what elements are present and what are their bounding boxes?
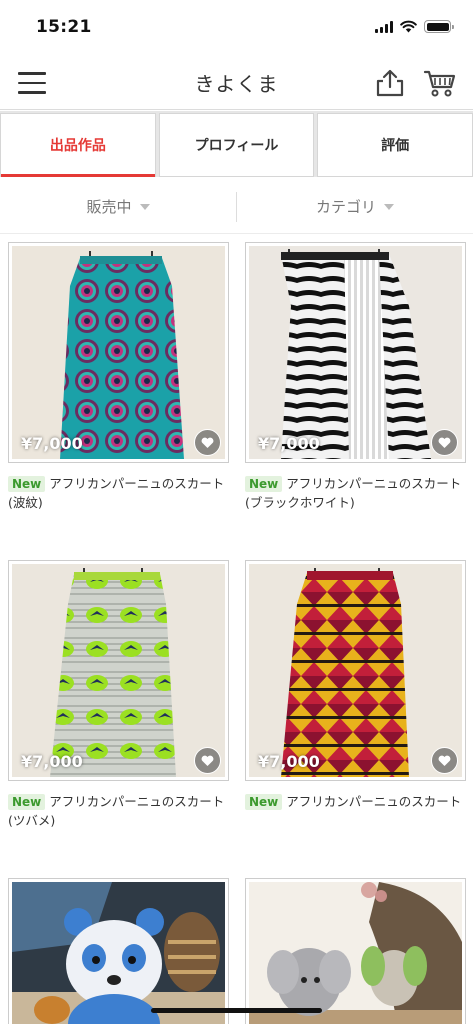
home-indicator: [151, 1008, 322, 1013]
signal-icon: [375, 20, 393, 33]
product-title-block[interactable]: New アフリカンパーニュのスカート(ツバメ): [8, 792, 229, 830]
new-badge: New: [245, 476, 283, 492]
product-image[interactable]: ¥7,000: [245, 242, 466, 463]
product-title-block[interactable]: New アフリカンパーニュのスカート: [245, 792, 466, 811]
price-label: ¥7,000: [258, 434, 320, 453]
product-card[interactable]: ¥7,000 New アフリカンパーニュのスカート: [245, 560, 466, 811]
heart-icon[interactable]: [431, 747, 458, 774]
skirt-photo: [249, 246, 462, 459]
status-time: 15:21: [36, 17, 92, 37]
product-image[interactable]: ¥7,000: [245, 560, 466, 781]
price-label: ¥7,000: [258, 752, 320, 771]
battery-icon: [424, 20, 454, 33]
product-card[interactable]: ¥7,000 New アフリカンパーニュのスカート(波紋): [8, 242, 229, 512]
filter-bar: 販売中 カテゴリ: [0, 180, 473, 234]
share-icon[interactable]: [373, 67, 407, 99]
status-filter-label: 販売中: [86, 198, 132, 216]
price-label: ¥7,000: [21, 752, 83, 771]
status-bar: 15:21: [0, 0, 473, 56]
new-badge: New: [8, 476, 46, 492]
new-badge: New: [245, 794, 283, 810]
wifi-icon: [400, 20, 417, 33]
chevron-down-icon: [139, 203, 150, 210]
product-card[interactable]: [8, 878, 229, 1024]
teddy-bear-photo: [12, 882, 225, 1024]
nav-bar: きよくま: [0, 56, 473, 110]
tab-bar: 出品作品 プロフィール 評価: [0, 111, 473, 177]
tab-profile[interactable]: プロフィール: [158, 113, 315, 177]
tab-reviews[interactable]: 評価: [317, 113, 473, 177]
chevron-down-icon: [384, 203, 394, 210]
product-title-block[interactable]: New アフリカンパーニュのスカート(波紋): [8, 474, 229, 512]
skirt-photo: [12, 246, 225, 459]
product-image[interactable]: ¥7,000: [8, 560, 229, 781]
product-card[interactable]: ¥7,000 New アフリカンパーニュのスカート(ブラックホワイト): [245, 242, 466, 512]
product-image[interactable]: ¥7,000: [8, 242, 229, 463]
category-filter[interactable]: カテゴリ: [237, 196, 473, 217]
product-card[interactable]: ¥7,000 New アフリカンパーニュのスカート(ツバメ): [8, 560, 229, 830]
new-badge: New: [8, 794, 46, 810]
product-card[interactable]: [245, 878, 466, 1024]
price-label: ¥7,000: [21, 434, 83, 453]
skirt-photo: [12, 564, 225, 777]
product-title-block[interactable]: New アフリカンパーニュのスカート(ブラックホワイト): [245, 474, 466, 512]
heart-icon[interactable]: [431, 429, 458, 456]
heart-icon[interactable]: [194, 747, 221, 774]
status-icons: [375, 20, 454, 33]
category-filter-label: カテゴリ: [315, 198, 376, 216]
product-title: アフリカンパーニュのスカート: [286, 794, 462, 809]
product-image[interactable]: [245, 878, 466, 1024]
tab-listings[interactable]: 出品作品: [0, 113, 156, 177]
skirt-photo: [249, 564, 462, 777]
product-image[interactable]: [8, 878, 229, 1024]
status-filter[interactable]: 販売中: [0, 196, 236, 217]
cart-icon[interactable]: [423, 67, 457, 99]
heart-icon[interactable]: [194, 429, 221, 456]
elephant-doll-photo: [249, 882, 462, 1024]
